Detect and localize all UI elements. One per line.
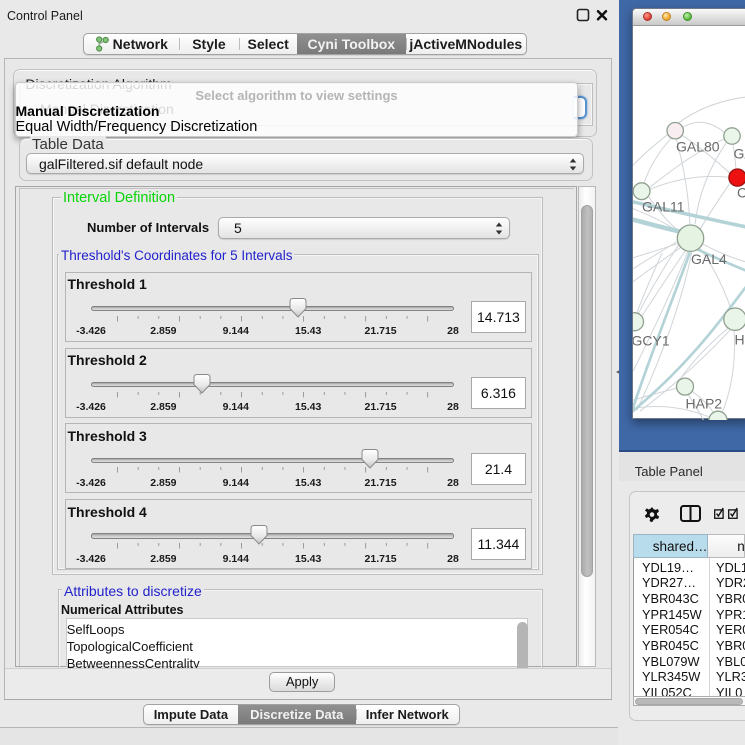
svg-text:H: H <box>735 331 745 347</box>
svg-text:HAP2: HAP2 <box>686 395 723 411</box>
svg-text:GA: GA <box>734 145 745 161</box>
svg-text:GAL80: GAL80 <box>676 138 720 154</box>
svg-text:GCY1: GCY1 <box>633 332 670 348</box>
svg-text:GAL11: GAL11 <box>642 198 685 214</box>
svg-text:GAL4: GAL4 <box>691 251 727 267</box>
svg-text:C: C <box>737 184 745 200</box>
